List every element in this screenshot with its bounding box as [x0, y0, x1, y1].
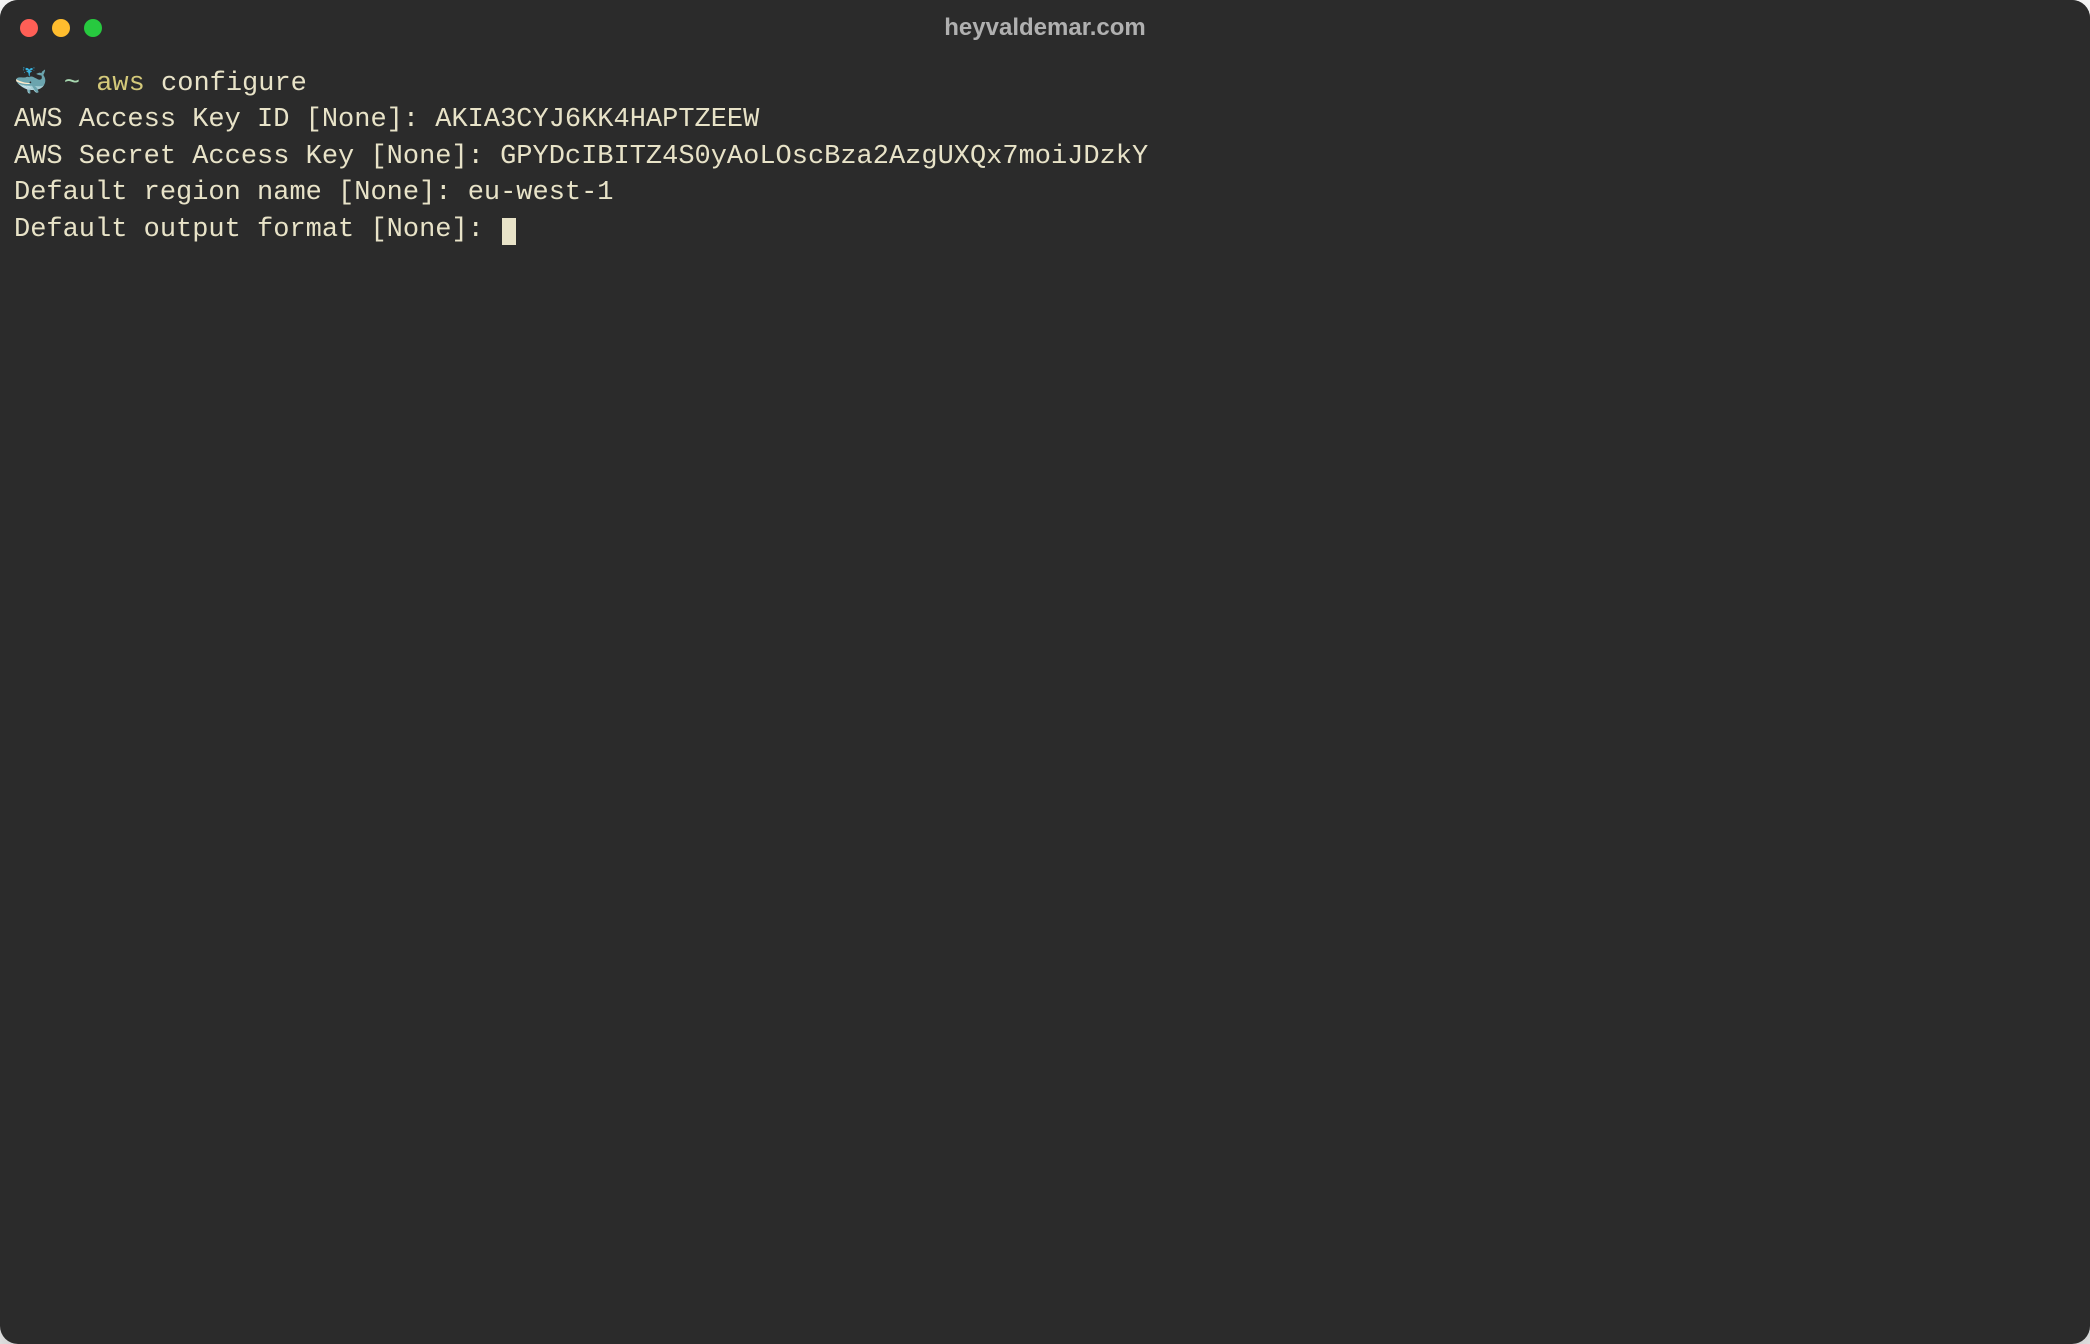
traffic-lights [20, 19, 102, 37]
access-key-label: AWS Access Key ID [None]: [14, 105, 435, 135]
secret-key-label: AWS Secret Access Key [None]: [14, 142, 500, 172]
terminal-body[interactable]: 🐳 ~ aws configure AWS Access Key ID [Non… [0, 56, 2090, 1344]
output-line-region: Default region name [None]: eu-west-1 [14, 175, 2076, 211]
secret-key-value: GPYDcIBITZ4S0yAoLOscBza2AzgUXQx7moiJDzkY [500, 142, 1148, 172]
region-label: Default region name [None]: [14, 178, 468, 208]
cursor-icon [502, 218, 516, 245]
prompt-line: 🐳 ~ aws configure [14, 66, 2076, 102]
title-bar: heyvaldemar.com [0, 0, 2090, 56]
whale-icon: 🐳 [14, 66, 48, 102]
prompt-tilde: ~ [64, 69, 80, 99]
access-key-value: AKIA3CYJ6KK4HAPTZEEW [435, 105, 759, 135]
format-label: Default output format [None]: [14, 215, 500, 245]
output-line-secret-key: AWS Secret Access Key [None]: GPYDcIBITZ… [14, 139, 2076, 175]
output-line-access-key: AWS Access Key ID [None]: AKIA3CYJ6KK4HA… [14, 102, 2076, 138]
region-value: eu-west-1 [468, 178, 614, 208]
output-line-format: Default output format [None]: [14, 212, 2076, 248]
minimize-icon[interactable] [52, 19, 70, 37]
terminal-window: heyvaldemar.com 🐳 ~ aws configure AWS Ac… [0, 0, 2090, 1344]
close-icon[interactable] [20, 19, 38, 37]
command-configure: configure [161, 69, 307, 99]
command-aws: aws [96, 69, 145, 99]
maximize-icon[interactable] [84, 19, 102, 37]
window-title: heyvaldemar.com [944, 14, 1145, 42]
